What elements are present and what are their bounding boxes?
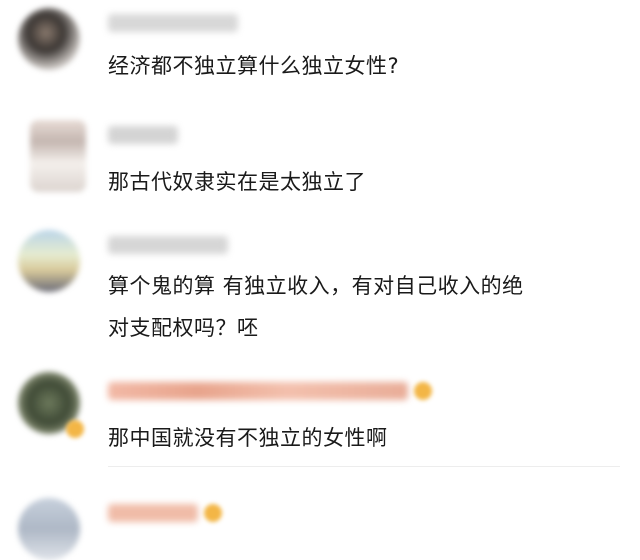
user-avatar[interactable] <box>18 498 80 560</box>
comment-text: 那古代奴隶实在是太独立了 <box>108 170 366 194</box>
comment-text: 那中国就没有不独立的女性啊 <box>108 426 388 450</box>
vip-badge-icon <box>66 420 84 438</box>
divider <box>108 466 620 467</box>
username[interactable] <box>108 14 238 32</box>
username[interactable] <box>108 126 178 144</box>
comment-item: 那中国就没有不独立的女性啊 <box>0 366 640 490</box>
username[interactable] <box>108 382 408 400</box>
comment-item: 那古代奴隶实在是太独立了 <box>0 106 640 216</box>
comment-text: 经济都不独立算什么独立女性? <box>108 54 400 78</box>
username[interactable] <box>108 236 228 254</box>
user-avatar[interactable] <box>18 230 80 292</box>
level-badge-icon <box>414 382 432 400</box>
user-avatar[interactable] <box>30 120 86 192</box>
comment-item: 算个鬼的算 有独立收入，有对自己收入的绝 对支配权吗？呸 <box>0 216 640 366</box>
comment-item <box>0 490 640 560</box>
level-badge-icon <box>204 504 222 522</box>
comment-list: 经济都不独立算什么独立女性? 那古代奴隶实在是太独立了 算个鬼的算 有独立收入，… <box>0 0 640 560</box>
user-avatar[interactable] <box>18 8 80 70</box>
username[interactable] <box>108 504 198 522</box>
comment-item: 经济都不独立算什么独立女性? <box>0 0 640 106</box>
comment-text-line2: 对支配权吗？呸 <box>108 316 259 340</box>
comment-text-line1: 算个鬼的算 有独立收入，有对自己收入的绝 <box>108 274 524 298</box>
